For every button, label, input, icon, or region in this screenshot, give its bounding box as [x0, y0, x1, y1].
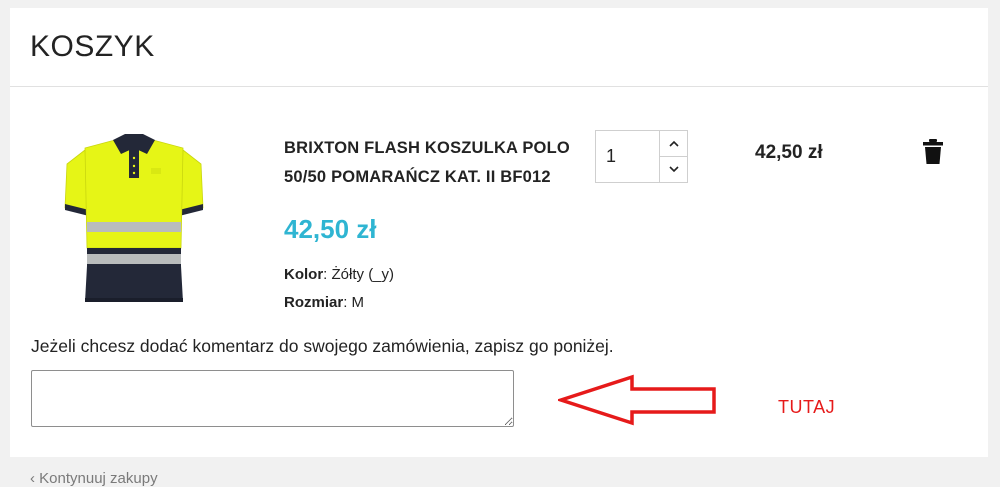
cart-card: KOSZYK BRIXTON FLASH KOSZULKA POLO 50/50… — [10, 8, 988, 457]
attribute-separator: : — [323, 266, 328, 283]
attribute-separator: : — [343, 294, 348, 311]
attribute-label: Kolor — [284, 266, 324, 283]
quantity-stepper — [595, 130, 688, 183]
attribute-label: Rozmiar — [284, 294, 344, 311]
chevron-down-icon — [668, 166, 679, 173]
trash-icon[interactable] — [922, 139, 944, 165]
quantity-decrease-button[interactable] — [660, 156, 687, 182]
product-name[interactable]: BRIXTON FLASH KOSZULKA POLO 50/50 POMARA… — [284, 134, 574, 192]
chevron-up-icon — [668, 140, 679, 147]
page-title: KOSZYK — [30, 30, 155, 63]
product-attribute-color: Kolor: Żółty (_y) — [284, 266, 394, 283]
quantity-increase-button[interactable] — [660, 131, 687, 156]
quantity-input[interactable] — [596, 131, 659, 182]
attribute-value: Żółty (_y) — [331, 266, 395, 283]
polo-shirt-image[interactable] — [55, 128, 213, 308]
line-total-price: 42,50 zł — [755, 142, 823, 163]
annotation-label: TUTAJ — [778, 397, 836, 417]
attribute-value: M — [351, 294, 365, 311]
continue-shopping-link[interactable]: ‹ Kontynuuj zakupy — [30, 470, 158, 487]
order-comment-textarea[interactable] — [31, 370, 514, 427]
comment-label: Jeżeli chcesz dodać komentarz do swojego… — [31, 336, 614, 356]
product-attribute-size: Rozmiar: M — [284, 294, 364, 311]
product-price: 42,50 zł — [284, 214, 377, 244]
quantity-buttons — [659, 131, 687, 182]
cart-header: KOSZYK — [10, 8, 988, 87]
left-arrow-annotation — [558, 374, 716, 426]
